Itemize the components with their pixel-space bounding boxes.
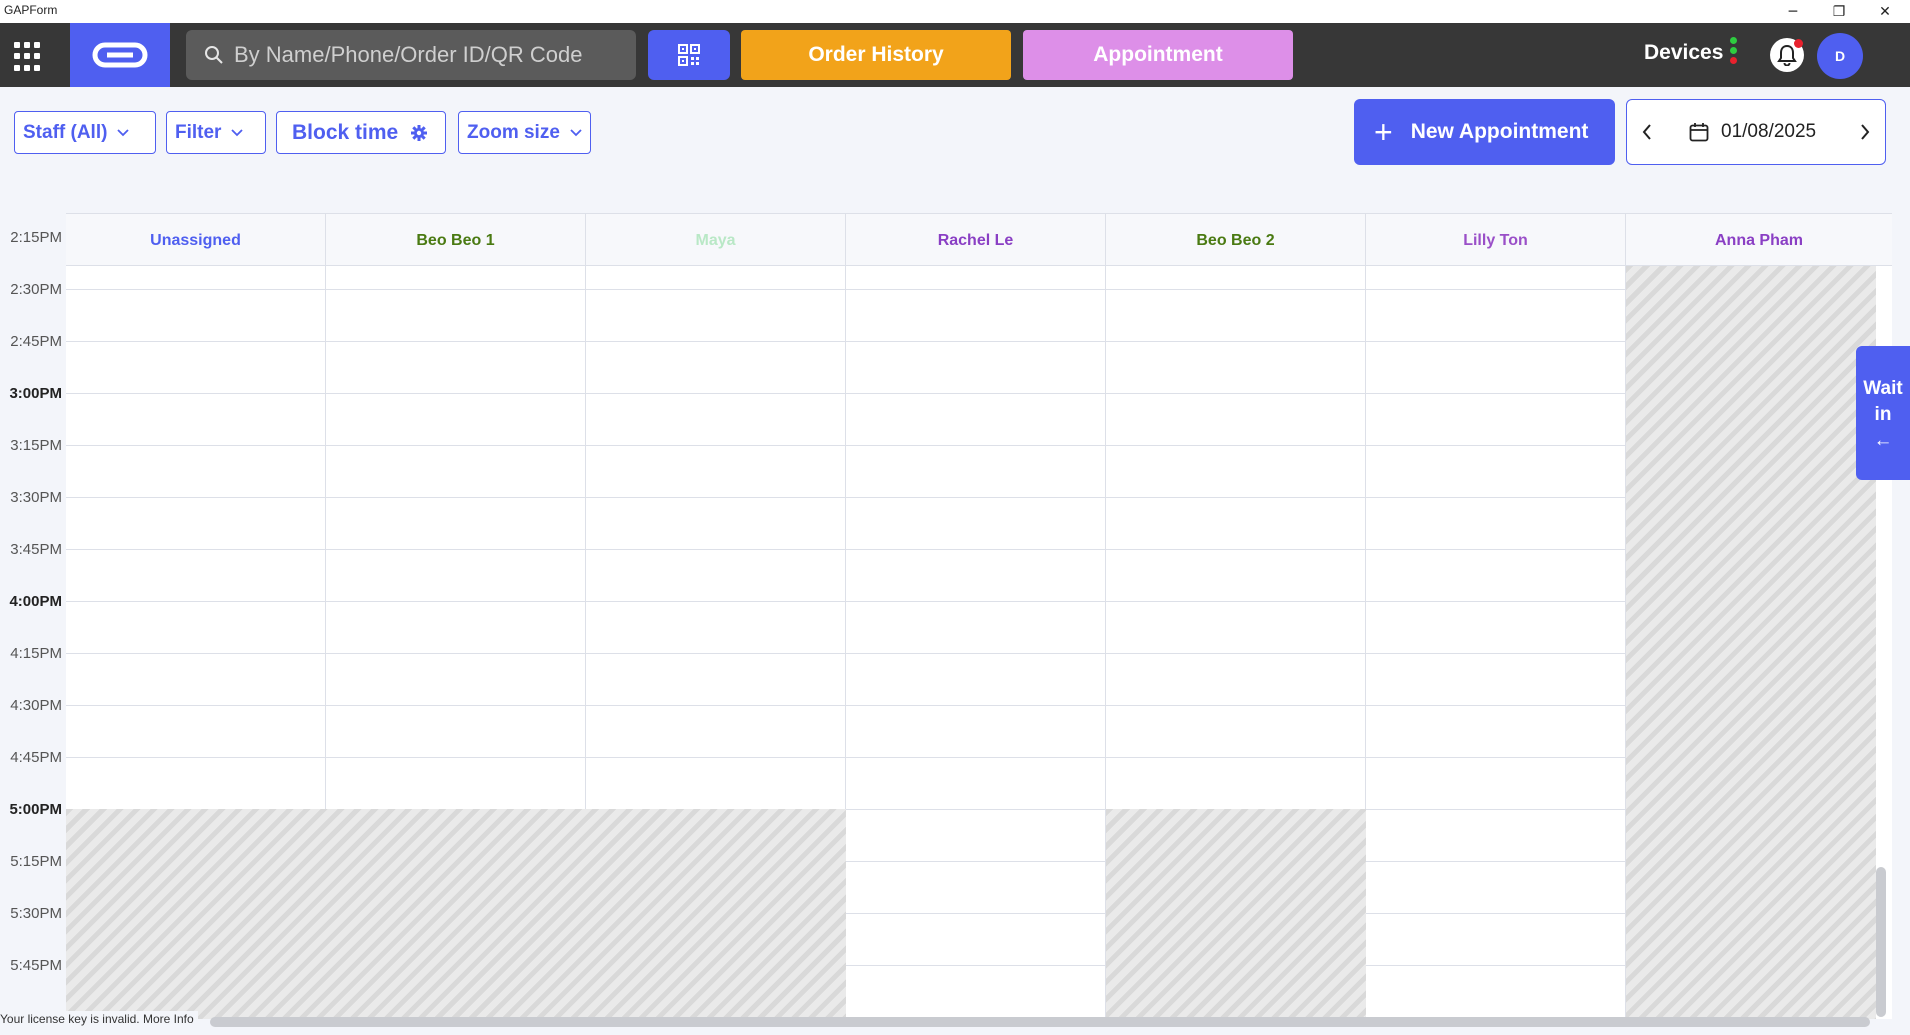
wait-in-panel-tab[interactable]: Wait in ← — [1856, 346, 1910, 480]
zoom-size-dropdown[interactable]: Zoom size — [458, 111, 591, 154]
time-slot-label: 4:45PM — [10, 749, 62, 766]
restore-icon[interactable]: ❐ — [1816, 0, 1862, 23]
time-slot-label: 5:30PM — [10, 905, 62, 922]
filter-label: Filter — [175, 121, 222, 143]
chevron-down-icon — [117, 128, 130, 136]
notification-badge — [1794, 39, 1803, 48]
staff-header[interactable]: Maya — [586, 214, 846, 267]
staff-filter-dropdown[interactable]: Staff (All) — [14, 111, 156, 154]
devices-status-icon[interactable] — [1730, 37, 1738, 73]
apps-grid-icon[interactable] — [14, 42, 44, 72]
time-slot-label: 3:30PM — [10, 489, 62, 506]
qr-code-icon — [678, 44, 700, 66]
horizontal-scrollbar[interactable] — [210, 1017, 1870, 1027]
calendar-icon[interactable] — [1689, 122, 1709, 142]
filter-dropdown[interactable]: Filter — [166, 111, 266, 154]
chevron-down-icon — [570, 128, 582, 136]
time-slot-label: 4:30PM — [10, 697, 62, 714]
search-input[interactable] — [234, 42, 636, 68]
appointment-button[interactable]: Appointment — [1023, 30, 1293, 80]
gear-icon — [411, 124, 428, 141]
close-icon[interactable]: ✕ — [1862, 0, 1908, 23]
staff-header[interactable]: Lilly Ton — [1366, 214, 1626, 267]
blocked-time-region — [1106, 809, 1366, 1019]
time-slot-label: 2:15PM — [10, 229, 62, 246]
search-box[interactable] — [186, 30, 636, 80]
minimize-icon[interactable]: ─ — [1770, 0, 1816, 23]
logo[interactable] — [70, 23, 170, 87]
bell-icon — [1777, 44, 1797, 66]
search-icon — [205, 46, 223, 64]
staff-column-lilly-ton[interactable] — [1366, 266, 1626, 1019]
block-time-label: Block time — [292, 120, 399, 144]
chevron-left-icon — [1642, 124, 1651, 140]
wait-in-label-line1: Wait — [1863, 378, 1903, 399]
new-appointment-button[interactable]: + New Appointment — [1354, 99, 1615, 165]
order-history-button[interactable]: Order History — [741, 30, 1011, 80]
staff-header-row: Unassigned Beo Beo 1 Maya Rachel Le Beo … — [66, 213, 1892, 267]
notification-button[interactable] — [1770, 38, 1804, 72]
previous-day-button[interactable] — [1627, 100, 1667, 164]
title-bar: GAPForm ─ ❐ ✕ — [0, 0, 1910, 23]
block-time-button[interactable]: Block time — [276, 111, 446, 154]
window-title: GAPForm — [4, 3, 58, 17]
app-window: GAPForm ─ ❐ ✕ By Name/Phone/Order ID/QR … — [0, 0, 1910, 1035]
new-appointment-label: New Appointment — [1410, 120, 1589, 143]
date-picker: 01/08/2025 — [1626, 99, 1886, 165]
time-slot-label: 4:00PM — [9, 593, 62, 610]
time-slot-label: 3:00PM — [9, 385, 62, 402]
time-column: 2:15PM 2:30PM 2:45PM 3:00PM 3:15PM 3:30P… — [0, 213, 66, 1019]
staff-column-rachel-le[interactable] — [846, 266, 1106, 1019]
staff-filter-label: Staff (All) — [23, 121, 108, 143]
time-slot-label: 3:45PM — [10, 541, 62, 558]
vertical-scrollbar[interactable] — [1876, 867, 1886, 1017]
wait-in-label-line2: in — [1874, 404, 1892, 425]
staff-header[interactable]: Unassigned — [66, 214, 326, 267]
time-slot-label: 5:45PM — [10, 957, 62, 974]
top-nav: Order History Appointment Devices D — [0, 23, 1910, 87]
chevron-down-icon — [231, 128, 244, 136]
staff-header[interactable]: Anna Pham — [1626, 214, 1892, 267]
brand-logo-icon — [92, 42, 148, 68]
staff-header[interactable]: Rachel Le — [846, 214, 1106, 267]
next-day-button[interactable] — [1845, 100, 1885, 164]
blocked-time-region — [1626, 266, 1876, 1019]
blocked-time-region — [66, 809, 846, 1019]
calendar-grid: 2:15PM 2:30PM 2:45PM 3:00PM 3:15PM 3:30P… — [0, 213, 1892, 1019]
plus-icon: + — [1374, 114, 1393, 150]
time-slot-label: 5:00PM — [9, 801, 62, 818]
staff-header[interactable]: Beo Beo 1 — [326, 214, 586, 267]
time-slot-label: 4:15PM — [10, 645, 62, 662]
devices-label[interactable]: Devices — [1644, 41, 1723, 65]
staff-header[interactable]: Beo Beo 2 — [1106, 214, 1366, 267]
license-warning[interactable]: Your license key is invalid. More Info — [0, 1011, 198, 1027]
zoom-size-label: Zoom size — [467, 121, 560, 143]
time-slot-label: 3:15PM — [10, 437, 62, 454]
arrow-left-icon: ← — [1873, 430, 1893, 451]
selected-date[interactable]: 01/08/2025 — [1721, 121, 1816, 143]
qr-scan-button[interactable] — [648, 30, 730, 80]
chevron-right-icon — [1861, 124, 1870, 140]
avatar[interactable]: D — [1817, 33, 1863, 79]
time-slot-label: 2:45PM — [10, 333, 62, 350]
time-slot-label: 2:30PM — [10, 281, 62, 298]
time-slot-label: 5:15PM — [10, 853, 62, 870]
